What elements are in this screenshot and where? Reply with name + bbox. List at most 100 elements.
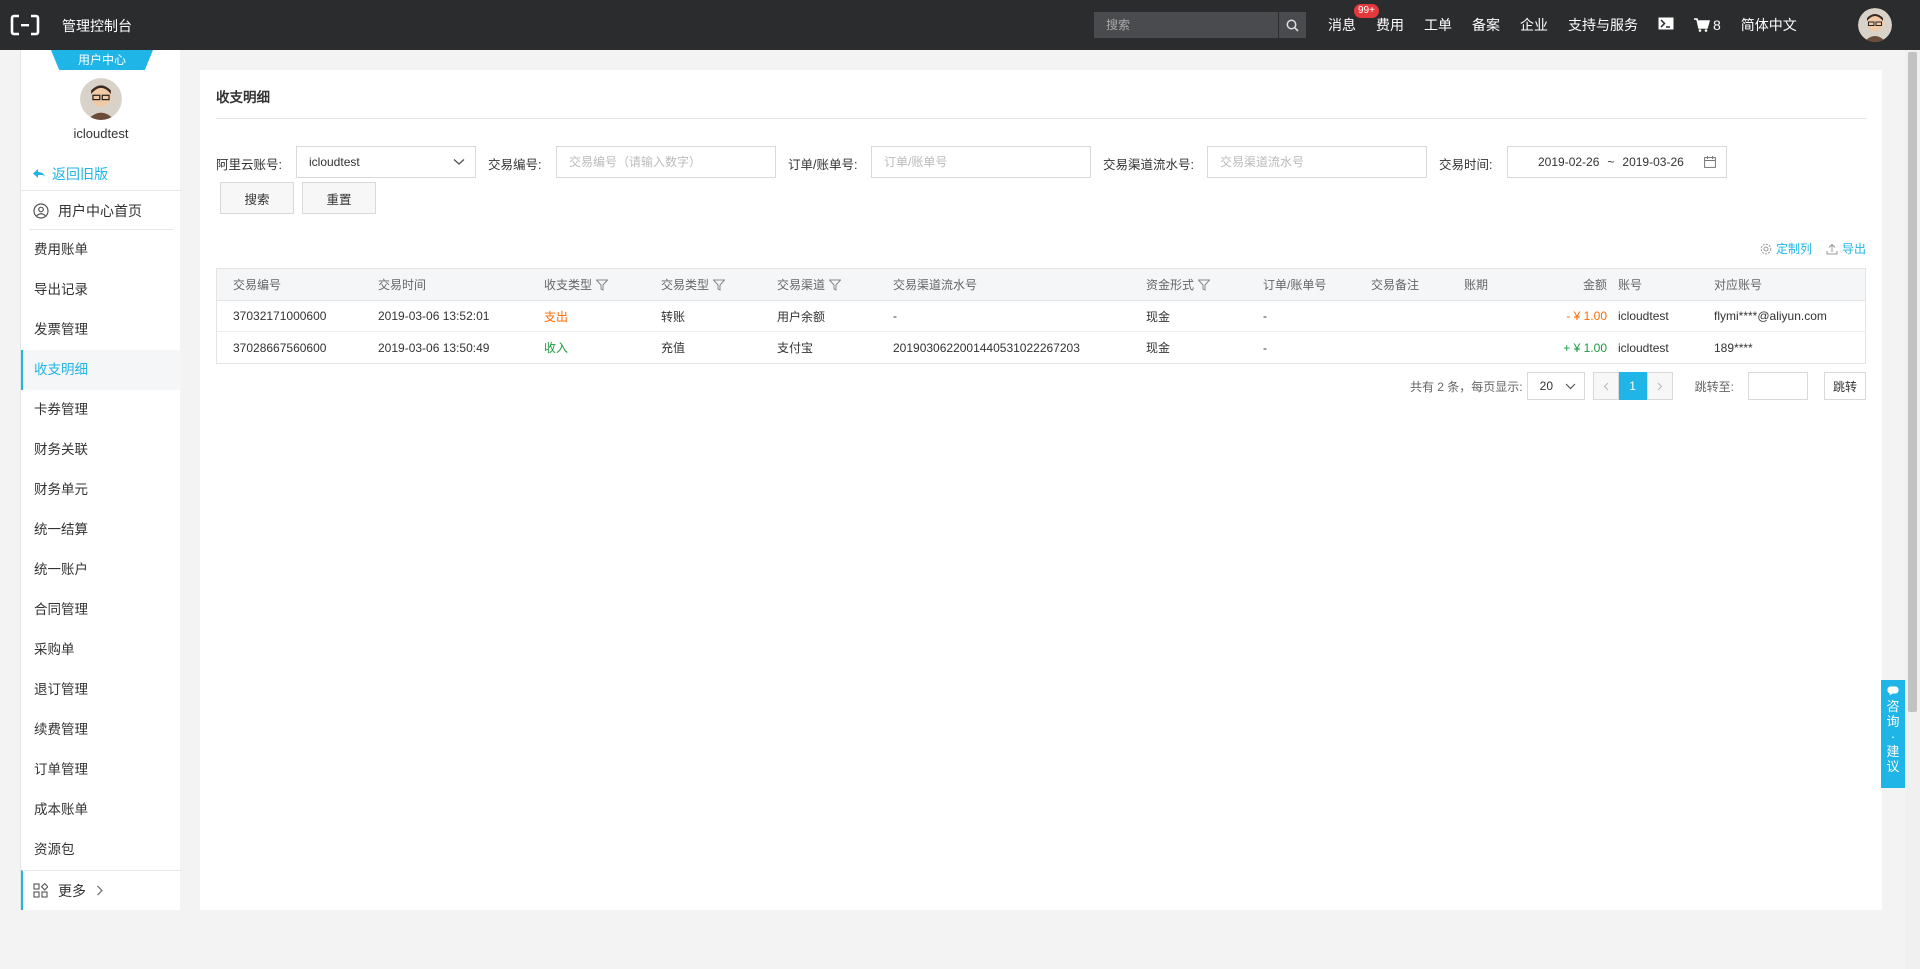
chevron-right-icon — [1657, 382, 1662, 390]
col-account: 账号 — [1618, 278, 1643, 292]
col-order-no: 订单/账单号 — [1263, 278, 1327, 292]
page-scrollbar[interactable] — [1905, 50, 1920, 969]
txn-no-input[interactable] — [569, 148, 775, 176]
col-remark: 交易备注 — [1371, 278, 1420, 292]
chevron-right-icon — [97, 885, 103, 896]
account-select[interactable]: icloudtest — [296, 146, 476, 178]
cell-io-type: 收入 — [544, 341, 569, 355]
export-button[interactable]: 导出 — [1826, 240, 1866, 257]
cell-counterpart: 189**** — [1714, 340, 1753, 355]
cell-amount: + ¥ 1.00 — [1563, 340, 1607, 355]
nav-fees[interactable]: 费用 — [1376, 15, 1404, 35]
filter-icon[interactable] — [1198, 279, 1211, 291]
sidebar-item-renewal[interactable]: 续费管理 — [21, 710, 181, 750]
search-filter-button[interactable]: 搜索 — [220, 182, 294, 214]
sidebar-item-unsubscribe[interactable]: 退订管理 — [21, 670, 181, 710]
back-arrow-icon — [33, 168, 45, 179]
sidebar-item-orders[interactable]: 订单管理 — [21, 750, 181, 790]
language-switch[interactable]: 简体中文 — [1741, 15, 1797, 35]
jump-page-input[interactable] — [1747, 372, 1808, 400]
back-old-version-link[interactable]: 返回旧版 — [33, 164, 108, 184]
gear-icon — [1760, 243, 1772, 254]
filter-icon[interactable] — [829, 279, 842, 291]
nav-support[interactable]: 支持与服务 — [1568, 15, 1638, 35]
col-fund-form-label: 资金形式 — [1146, 278, 1195, 292]
nav-tickets[interactable]: 工单 — [1424, 15, 1452, 35]
sidebar-item-finance-link[interactable]: 财务关联 — [21, 430, 181, 470]
terminal-icon[interactable] — [1658, 17, 1674, 33]
sidebar-item-unified-account[interactable]: 统一账户 — [21, 550, 181, 590]
cell-counterpart: flymi****@aliyun.com — [1714, 309, 1827, 323]
global-search — [1094, 12, 1306, 38]
prev-page-button[interactable] — [1592, 372, 1619, 400]
sidebar-item-billing[interactable]: 费用账单 — [21, 230, 181, 270]
top-nav: 消息 99+ 费用 工单 备案 企业 支持与服务 8 简体中文 — [1328, 0, 1817, 50]
page-size-select[interactable]: 20 — [1526, 372, 1585, 400]
date-separator: ~ — [1607, 155, 1615, 169]
order-no-field — [871, 146, 1091, 178]
col-txn-type-label: 交易类型 — [661, 278, 710, 292]
cell-order-no: - — [1263, 309, 1267, 323]
sidebar-item-contracts[interactable]: 合同管理 — [21, 590, 181, 630]
sidebar-item-home[interactable]: 用户中心首页 — [21, 190, 181, 230]
upload-icon — [1826, 243, 1838, 254]
nav-messages[interactable]: 消息 99+ — [1328, 4, 1379, 35]
col-channel[interactable]: 交易渠道 — [777, 269, 842, 300]
date-range-picker[interactable]: 2019-02-26 ~ 2019-03-26 — [1507, 146, 1727, 178]
scrollbar-thumb[interactable] — [1908, 52, 1917, 712]
cell-channel: 用户余额 — [777, 309, 826, 324]
nav-enterprise[interactable]: 企业 — [1520, 15, 1548, 35]
txn-no-label: 交易编号: — [488, 158, 542, 172]
sidebar-item-cost-bills[interactable]: 成本账单 — [21, 790, 181, 830]
date-end: 2019-03-26 — [1622, 155, 1684, 169]
reset-button[interactable]: 重置 — [302, 182, 376, 214]
table-tools: 定制列 导出 — [1760, 240, 1866, 257]
aliyun-logo-icon[interactable] — [10, 13, 40, 37]
col-channel-serial: 交易渠道流水号 — [893, 278, 978, 292]
col-fund-form[interactable]: 资金形式 — [1146, 269, 1211, 300]
calendar-icon — [1703, 156, 1716, 168]
main-panel: 收支明细 阿里云账号: icloudtest 交易编号: 订单/账单号: 交易渠… — [200, 70, 1882, 910]
date-start: 2019-02-26 — [1538, 155, 1600, 169]
custom-columns-button[interactable]: 定制列 — [1760, 240, 1812, 257]
sidebar-more-button[interactable]: 更多 — [21, 870, 181, 910]
sidebar-item-transactions[interactable]: 收支明细 — [21, 350, 181, 390]
cart-count: 8 — [1713, 17, 1721, 33]
table-row: 37032171000600 2019-03-06 13:52:01 支出 转账… — [217, 301, 1865, 332]
sidebar-item-invoices[interactable]: 发票管理 — [21, 310, 181, 350]
order-no-label: 订单/账单号: — [788, 158, 858, 172]
cell-account: icloudtest — [1618, 309, 1669, 323]
search-input[interactable] — [1094, 12, 1278, 38]
sidebar-item-unified-settlement[interactable]: 统一结算 — [21, 510, 181, 550]
sidebar-avatar — [80, 78, 122, 120]
float-char: 询 — [1886, 714, 1900, 729]
sidebar-item-purchase-orders[interactable]: 采购单 — [21, 630, 181, 670]
user-center-tag: 用户中心 — [51, 50, 153, 70]
col-txn-type[interactable]: 交易类型 — [661, 269, 726, 300]
sidebar-username: icloudtest — [73, 126, 129, 141]
col-io-type[interactable]: 收支类型 — [544, 269, 609, 300]
order-no-input[interactable] — [884, 148, 1090, 176]
filter-icon[interactable] — [713, 279, 726, 291]
col-counterpart: 对应账号 — [1714, 278, 1763, 292]
sidebar-item-finance-unit[interactable]: 财务单元 — [21, 470, 181, 510]
next-page-button[interactable] — [1646, 372, 1673, 400]
jump-button[interactable]: 跳转 — [1823, 372, 1866, 400]
cart-button[interactable]: 8 — [1694, 17, 1721, 33]
filter-icon[interactable] — [596, 279, 609, 291]
cell-fund-form: 现金 — [1146, 309, 1171, 324]
page-1-button[interactable]: 1 — [1618, 372, 1647, 400]
col-time: 交易时间 — [378, 278, 427, 292]
channel-serial-input[interactable] — [1220, 148, 1426, 176]
sidebar-item-coupons[interactable]: 卡券管理 — [21, 390, 181, 430]
cell-txn-type: 充值 — [661, 341, 686, 355]
console-title[interactable]: 管理控制台 — [62, 16, 132, 36]
txn-time-label: 交易时间: — [1439, 158, 1493, 172]
col-amount: 金额 — [1582, 278, 1607, 292]
nav-icp[interactable]: 备案 — [1472, 15, 1500, 35]
sidebar-item-resource-packs[interactable]: 资源包 — [21, 830, 181, 870]
user-avatar[interactable] — [1858, 8, 1892, 42]
sidebar-item-export-records[interactable]: 导出记录 — [21, 270, 181, 310]
consult-feedback-button[interactable]: 咨 询 · 建 议 — [1881, 680, 1905, 788]
search-button[interactable] — [1278, 12, 1306, 38]
